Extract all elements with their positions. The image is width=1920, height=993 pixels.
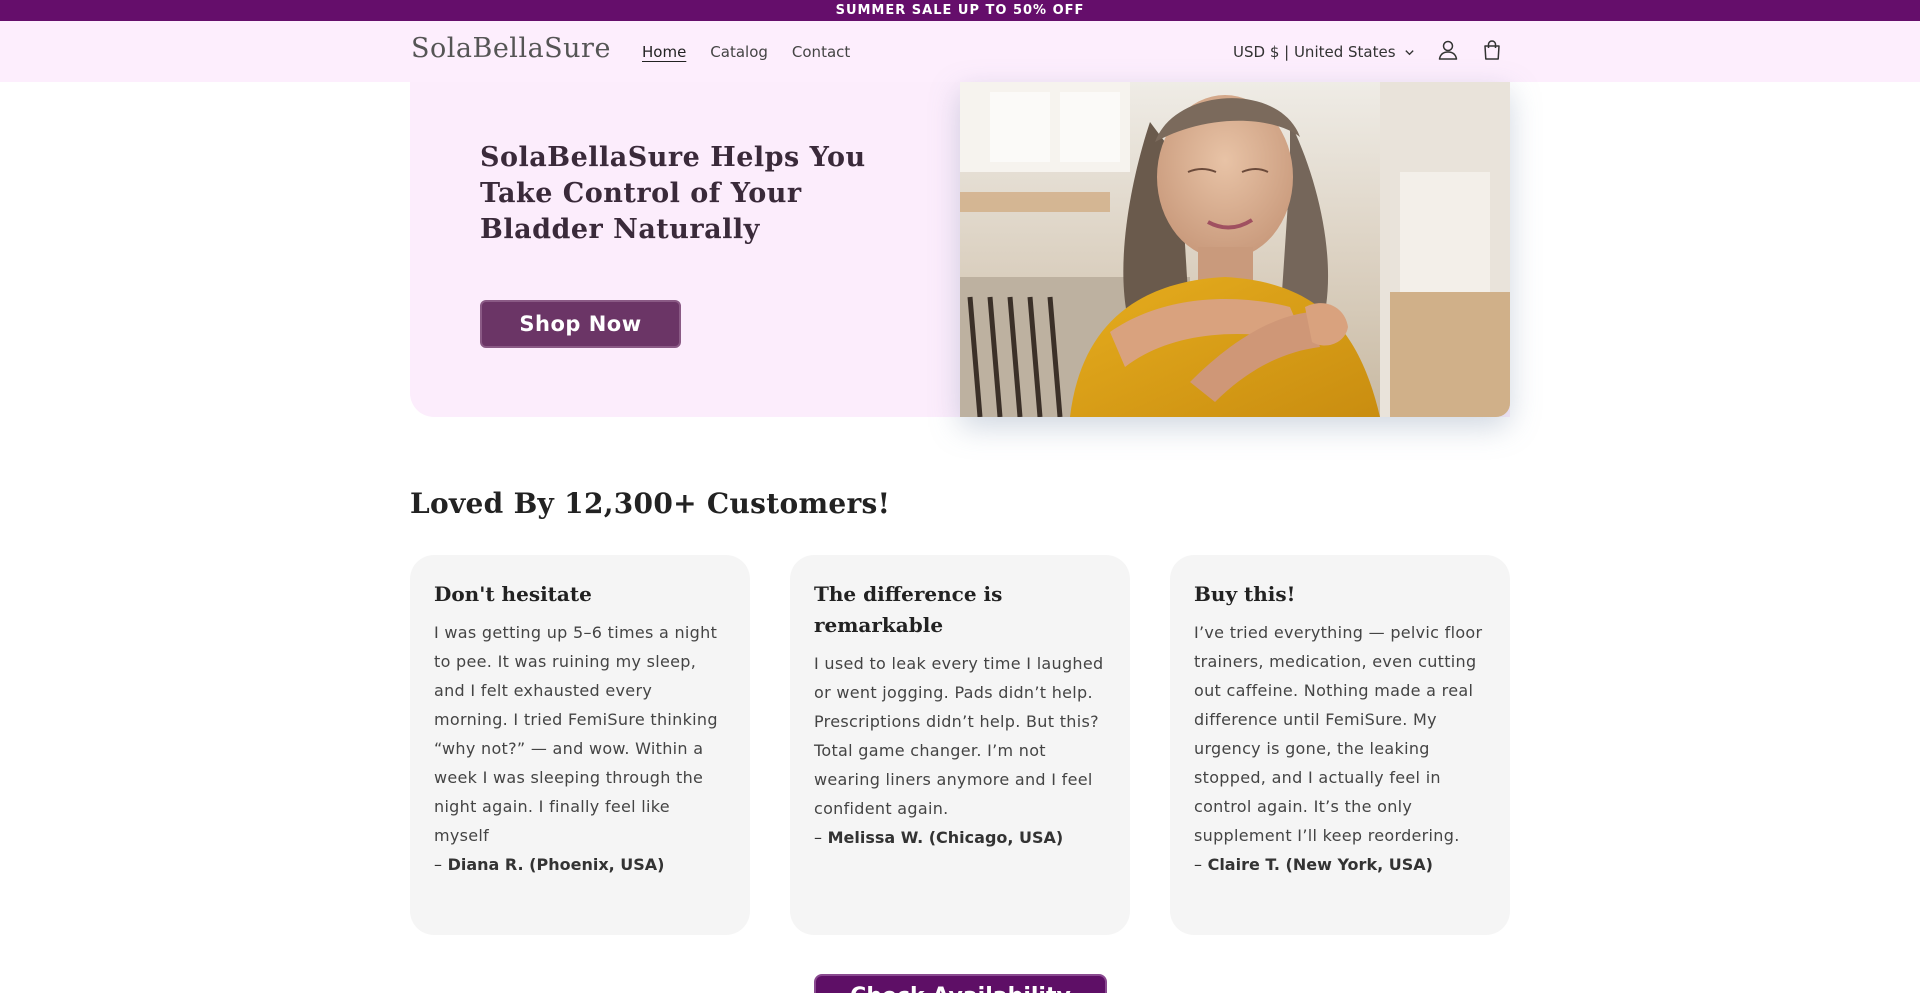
review-heading: Buy this! xyxy=(1194,582,1296,606)
check-availability-button[interactable]: Check Availability xyxy=(814,974,1107,993)
hero-image xyxy=(960,82,1510,417)
review-author-name: Claire T. (New York, USA) xyxy=(1207,855,1433,874)
chevron-down-icon xyxy=(1404,49,1414,55)
review-author: – Melissa W. (Chicago, USA) xyxy=(814,823,1106,852)
review-body: I used to leak every time I laughed or w… xyxy=(814,654,1104,818)
review-author: – Claire T. (New York, USA) xyxy=(1194,850,1486,879)
review-heading: Don't hesitate xyxy=(434,582,592,606)
nav-home[interactable]: Home xyxy=(642,43,686,61)
review-body: I was getting up 5–6 times a night to pe… xyxy=(434,623,718,845)
shopping-bag-icon[interactable] xyxy=(1480,38,1504,62)
review-card: Don't hesitate I was getting up 5–6 time… xyxy=(410,555,750,935)
review-card: The difference is remarkable I used to l… xyxy=(790,555,1130,935)
currency-selector[interactable]: USD $ | United States xyxy=(1233,43,1415,61)
review-author-dash: – xyxy=(814,828,822,847)
review-author-dash: – xyxy=(434,855,442,874)
review-card: Buy this! I’ve tried everything — pelvic… xyxy=(1170,555,1510,935)
review-author-name: Melissa W. (Chicago, USA) xyxy=(827,828,1064,847)
woman-hugging-self-image xyxy=(960,82,1510,417)
hero-title: SolaBellaSure Helps You Take Control of … xyxy=(480,142,866,245)
nav-catalog[interactable]: Catalog xyxy=(710,43,768,61)
review-author: – Diana R. (Phoenix, USA) xyxy=(434,850,726,879)
review-author-dash: – xyxy=(1194,855,1202,874)
announcement-bar: SUMMER SALE UP TO 50% OFF xyxy=(0,0,1920,21)
shop-now-button[interactable]: Shop Now xyxy=(480,300,681,348)
user-icon[interactable] xyxy=(1436,38,1460,62)
reviews-title: Loved By 12,300+ Customers! xyxy=(410,487,891,520)
review-heading: The difference is remarkable xyxy=(814,582,1003,637)
announcement-text: SUMMER SALE UP TO 50% OFF xyxy=(835,3,1085,18)
site-header: SolaBellaSure Home Catalog Contact USD $… xyxy=(0,21,1920,82)
review-body: I’ve tried everything — pelvic floor tra… xyxy=(1194,623,1483,845)
nav-contact[interactable]: Contact xyxy=(792,43,850,61)
review-author-name: Diana R. (Phoenix, USA) xyxy=(447,855,665,874)
main-nav: Home Catalog Contact xyxy=(642,43,850,61)
currency-label: USD $ | United States xyxy=(1233,43,1396,61)
site-logo[interactable]: SolaBellaSure xyxy=(411,33,611,64)
